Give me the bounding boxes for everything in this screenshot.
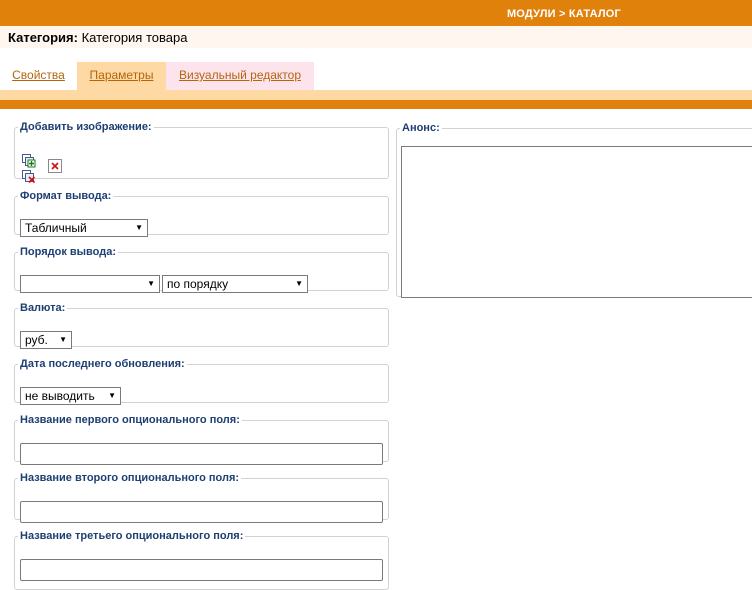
last-update-group: Дата последнего обновления: не выводить ▼ [14,358,389,405]
optional-field-1-group: Название первого опционального поля: [14,414,389,465]
last-update-legend: Дата последнего обновления: [20,358,185,370]
last-update-select[interactable]: не выводить ▼ [20,387,121,405]
optional-field-2-legend: Название второго опционального поля: [20,472,240,484]
chevron-down-icon: ▼ [135,223,143,232]
announce-group: Анонс: [396,122,752,298]
chevron-down-icon: ▼ [147,279,155,288]
output-format-value: Табличный [25,221,87,235]
category-value: Категория товара [81,30,188,45]
optional-field-2-group: Название второго опционального поля: [14,472,389,523]
optional-field-3-group: Название третьего опционального поля: [14,530,389,590]
breadcrumb: МОДУЛИ > КАТАЛОГ [506,8,621,20]
output-format-group: Формат вывода: Табличный ▼ [14,190,389,237]
currency-value: руб. [25,333,48,347]
chevron-down-icon: ▼ [295,279,303,288]
tab-underline-band [0,90,752,100]
tab-parameters[interactable]: Параметры [77,62,166,90]
currency-select[interactable]: руб. ▼ [20,331,72,349]
orange-separator [0,100,752,109]
announce-legend: Анонс: [402,122,440,134]
add-image-group: Добавить изображение: [14,121,389,184]
add-image-icon[interactable] [22,154,36,168]
currency-legend: Валюта: [20,302,66,314]
tab-properties[interactable]: Свойства [0,62,77,90]
top-header-bar: МОДУЛИ > КАТАЛОГ [0,0,752,26]
output-order-direction-value: по порядку [167,277,229,291]
optional-field-3-legend: Название третьего опционального поля: [20,530,244,542]
output-order-group: Порядок вывода: ▼ по порядку ▼ [14,246,389,293]
output-order-field-select[interactable]: ▼ [20,275,160,293]
output-format-legend: Формат вывода: [20,190,112,202]
optional-field-3-input[interactable] [20,559,383,581]
optional-field-1-input[interactable] [20,443,383,465]
category-line: Категория: Категория товара [0,26,752,48]
output-order-legend: Порядок вывода: [20,246,116,258]
tab-visual-editor[interactable]: Визуальный редактор [166,62,314,90]
add-image-legend: Добавить изображение: [20,121,152,133]
category-title: Категория: Категория товара [8,30,187,45]
output-format-select[interactable]: Табличный ▼ [20,219,148,237]
announce-textarea[interactable] [401,146,752,298]
chevron-down-icon: ▼ [108,391,116,400]
delete-image-button[interactable] [48,159,62,173]
close-icon [51,162,59,170]
last-update-value: не выводить [25,389,95,403]
output-order-direction-select[interactable]: по порядку ▼ [162,275,308,293]
remove-image-icon[interactable] [22,170,36,184]
category-label: Категория: [8,30,78,45]
optional-field-2-input[interactable] [20,501,383,523]
currency-group: Валюта: руб. ▼ [14,302,389,349]
optional-field-1-legend: Название первого опционального поля: [20,414,240,426]
chevron-down-icon: ▼ [59,335,67,344]
